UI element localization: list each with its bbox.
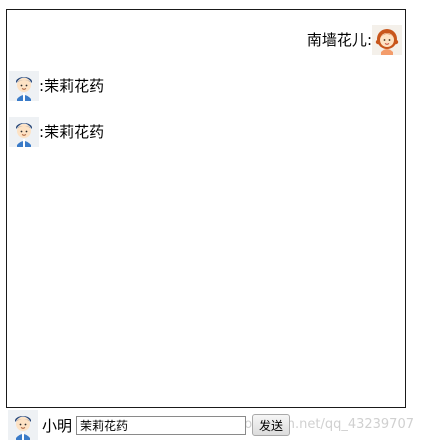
boy-avatar-icon: [9, 71, 39, 101]
send-button[interactable]: 发送: [252, 414, 291, 436]
message-text: 茉莉花药: [44, 123, 105, 141]
message-composer: 小明 发送: [8, 410, 291, 440]
message-sender: 南墙花儿: [306, 31, 367, 49]
girl-avatar-icon: [372, 25, 402, 55]
boy-avatar-icon: [8, 410, 38, 440]
chat-message-area: 南墙花儿 :: 茉莉花药: 茉莉花药: [6, 9, 406, 408]
chat-message-right: 南墙花儿 :: [307, 25, 402, 55]
chat-message-left: : 茉莉花药: [9, 71, 104, 101]
current-user-name: 小明: [42, 416, 73, 435]
message-text: 茉莉花药: [44, 77, 105, 95]
message-input[interactable]: [76, 415, 247, 435]
boy-avatar-icon: [9, 117, 39, 147]
chat-message-left: : 茉莉花药: [9, 117, 104, 147]
